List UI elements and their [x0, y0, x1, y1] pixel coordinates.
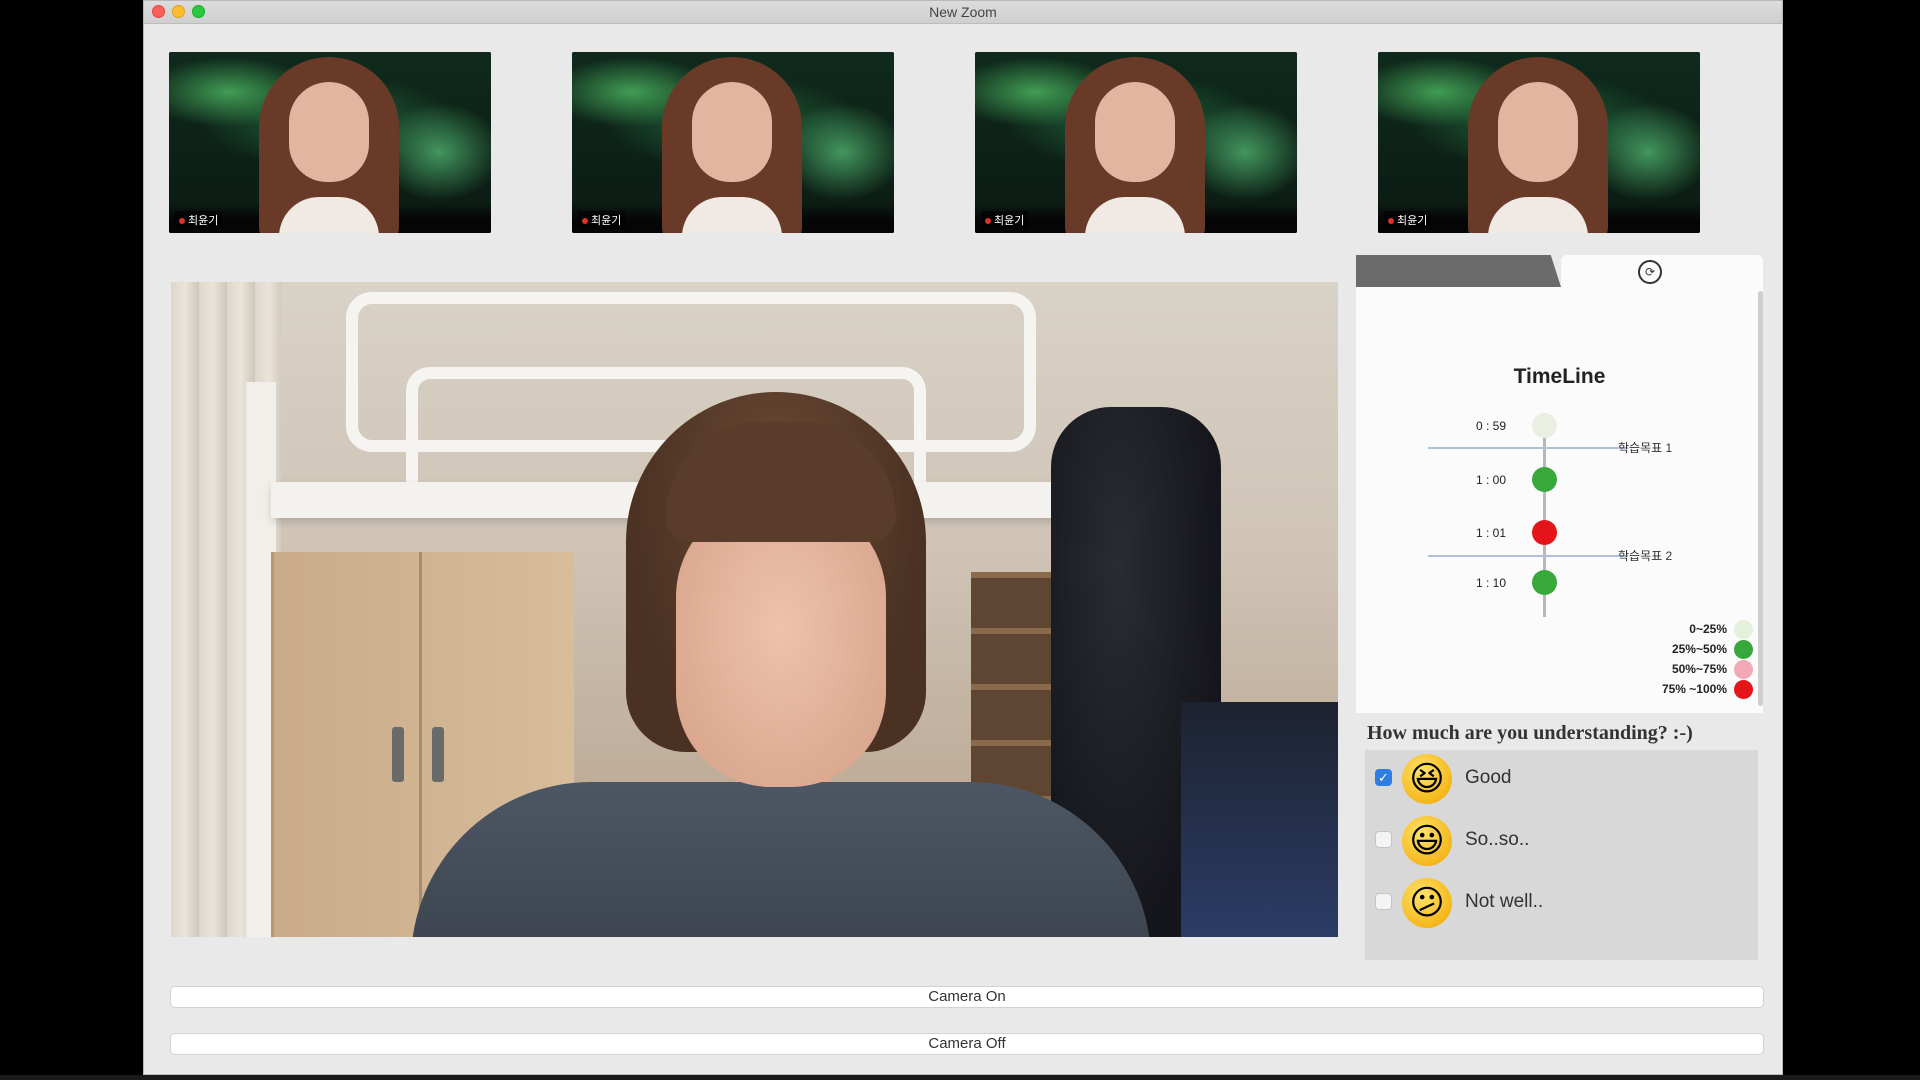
option-label: So..so..	[1465, 829, 1530, 850]
refresh-icon[interactable]: ⟳	[1638, 260, 1662, 284]
participant-name-tag: 최윤기	[175, 211, 223, 229]
timeline-entry-dot[interactable]	[1532, 467, 1557, 492]
timeline-entry-time: 0 : 59	[1476, 419, 1507, 433]
smiling-face-icon: 😃	[1402, 816, 1452, 866]
option-not-well[interactable]: 😕 Not well..	[1365, 874, 1758, 930]
timeline-marker-line	[1428, 447, 1628, 449]
timeline-scrollbar[interactable]	[1758, 291, 1763, 706]
participant-video	[1065, 57, 1205, 233]
legend-item: 75% ~100%	[1593, 680, 1753, 700]
camera-on-button[interactable]: Camera On	[170, 986, 1764, 1008]
participant-face	[1498, 82, 1578, 182]
confused-face-icon: 😕	[1402, 878, 1452, 928]
wardrobe-handle	[432, 727, 444, 782]
wardrobe-seam	[419, 552, 422, 937]
timeline-entry-dot[interactable]	[1532, 570, 1557, 595]
legend-swatch	[1734, 640, 1753, 659]
window-title: New Zoom	[929, 4, 997, 20]
bag	[1181, 702, 1338, 937]
legend-label: 0~25%	[1689, 622, 1727, 636]
option-good[interactable]: ✓ 😆 Good	[1365, 750, 1758, 806]
legend-swatch	[1734, 660, 1753, 679]
timeline-entry-time: 1 : 01	[1476, 526, 1507, 540]
side-panel-tabs	[1356, 255, 1763, 287]
participant-name: 최윤기	[188, 215, 219, 227]
participant-thumbnail[interactable]: 최윤기	[975, 52, 1297, 233]
wardrobe-handle	[392, 727, 404, 782]
participant-name-tag: 최윤기	[578, 211, 626, 229]
timeline-title: TimeLine	[1513, 365, 1606, 388]
participant-face	[1095, 82, 1175, 182]
side-panel-tab-inactive[interactable]	[1356, 255, 1561, 287]
legend-label: 50%~75%	[1671, 662, 1727, 676]
timeline-entry-time: 1 : 10	[1476, 576, 1507, 590]
participant-thumbnail[interactable]: 최윤기	[1378, 52, 1700, 233]
participant-name: 최윤기	[994, 215, 1025, 227]
camera-off-button[interactable]: Camera Off	[170, 1033, 1764, 1055]
participant-name-tag: 최윤기	[981, 211, 1029, 229]
legend-label: 75% ~100%	[1661, 682, 1727, 696]
muted-mic-icon	[582, 218, 588, 224]
participant-name: 최윤기	[591, 215, 622, 227]
participant-name: 최윤기	[1397, 215, 1428, 227]
participant-thumbnail[interactable]: 최윤기	[572, 52, 894, 233]
legend-label: 25%~50%	[1671, 642, 1727, 656]
checkbox-so-so[interactable]	[1375, 831, 1392, 848]
timeline-marker-line	[1428, 555, 1628, 557]
muted-mic-icon	[179, 218, 185, 224]
timeline-marker-label: 학습목표 2	[1618, 549, 1673, 563]
option-label: Good	[1465, 767, 1512, 788]
laughing-face-icon: 😆	[1402, 754, 1452, 804]
participant-name-tag: 최윤기	[1384, 211, 1432, 229]
participant-thumbnail[interactable]: 최윤기	[169, 52, 491, 233]
checkbox-not-well[interactable]	[1375, 893, 1392, 910]
legend-item: 25%~50%	[1593, 640, 1753, 660]
option-label: Not well..	[1465, 891, 1544, 912]
participant-video	[1468, 57, 1608, 233]
legend-swatch	[1734, 620, 1753, 639]
speaker-shirt	[411, 782, 1151, 937]
screen-bottom-edge	[0, 1075, 1920, 1080]
participant-face	[289, 82, 369, 182]
timeline-entry-dot[interactable]	[1532, 413, 1557, 438]
timeline-entry-time: 1 : 00	[1476, 473, 1507, 487]
participant-video	[259, 57, 399, 233]
checkbox-good[interactable]: ✓	[1375, 769, 1392, 786]
muted-mic-icon	[985, 218, 991, 224]
timeline-entry-dot[interactable]	[1532, 520, 1557, 545]
option-so-so[interactable]: 😃 So..so..	[1365, 812, 1758, 868]
timeline-marker-label: 학습목표 1	[1618, 441, 1673, 455]
legend-swatch	[1734, 680, 1753, 699]
understanding-question: How much are you understanding? :-)	[1367, 722, 1693, 744]
understanding-options: ✓ 😆 Good 😃 So..so.. 😕 Not well..	[1365, 750, 1758, 960]
side-panel-tab-active[interactable]	[1561, 255, 1763, 287]
participant-video	[662, 57, 802, 233]
title-bar: New Zoom	[144, 1, 1782, 24]
main-video-feed[interactable]	[171, 282, 1338, 937]
legend-item: 50%~75%	[1593, 660, 1753, 680]
muted-mic-icon	[1388, 218, 1394, 224]
legend-item: 0~25%	[1593, 620, 1753, 640]
participant-face	[692, 82, 772, 182]
timeline-panel: TimeLine 0 : 59 학습목표 1 1 : 00 1 : 01 학습목…	[1356, 287, 1763, 713]
